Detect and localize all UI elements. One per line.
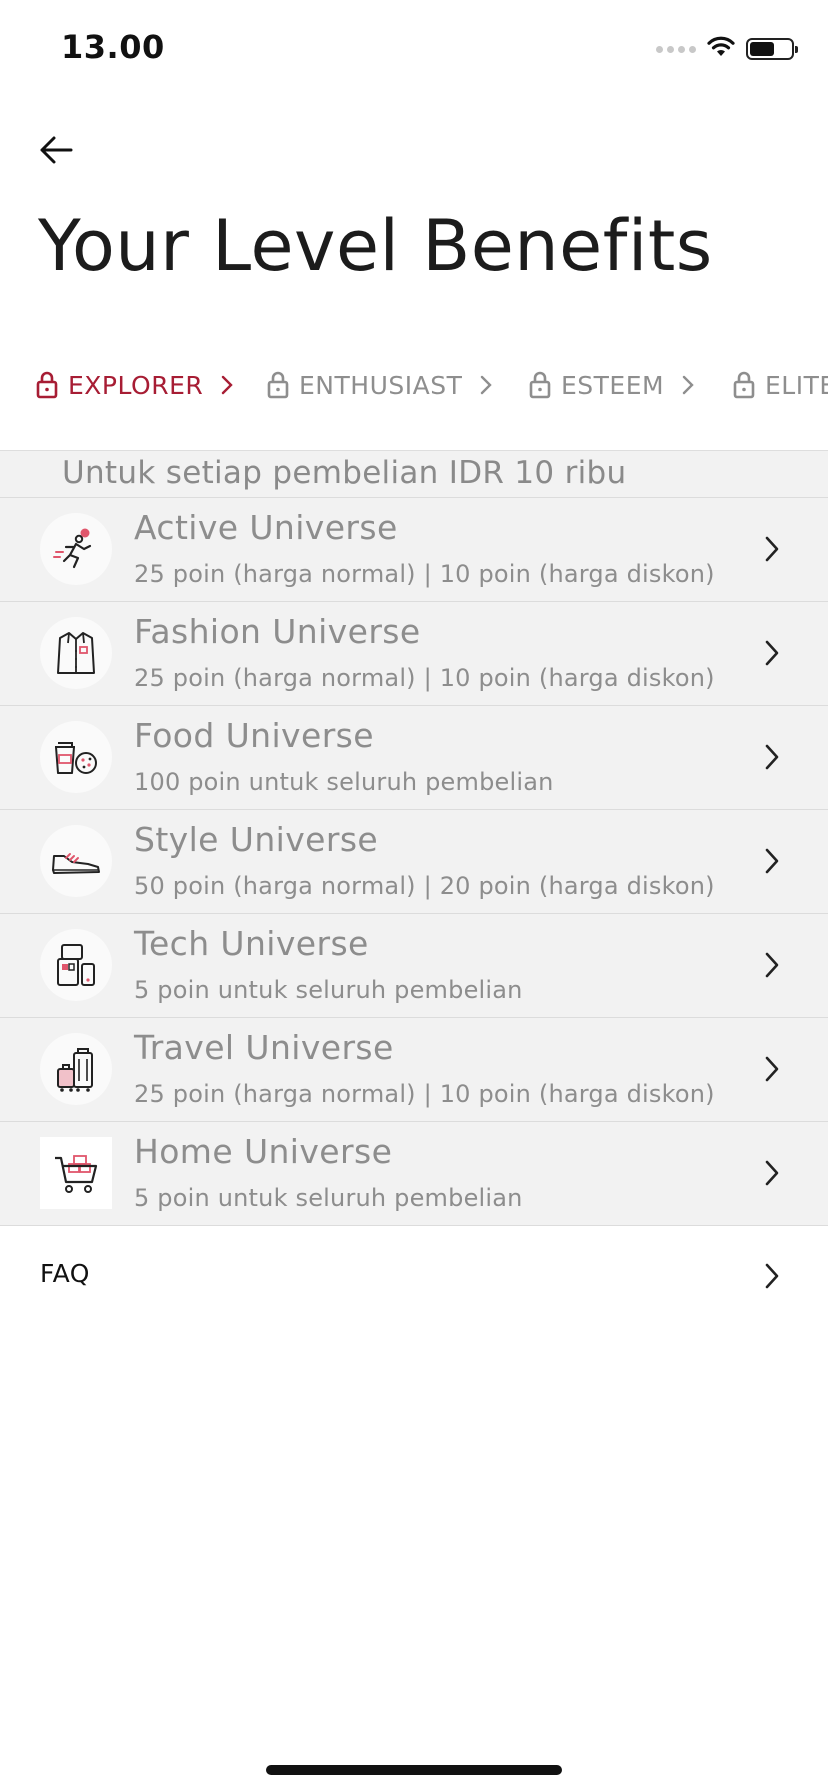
tier-tab-enthusiast[interactable]: ENTHUSIAST <box>267 360 493 410</box>
benefit-row-food-universe[interactable]: Food Universe 100 poin untuk seluruh pem… <box>0 706 828 810</box>
benefit-title: Travel Universe <box>134 1028 394 1067</box>
chevron-right-icon <box>764 1055 780 1087</box>
faq-label: FAQ <box>40 1259 90 1288</box>
benefit-list-header: Untuk setiap pembelian IDR 10 ribu <box>0 451 828 498</box>
benefit-title: Fashion Universe <box>134 612 421 651</box>
arrow-left-icon <box>40 136 73 164</box>
benefit-subtitle: 100 poin untuk seluruh pembelian <box>134 768 554 796</box>
benefit-subtitle: 25 poin (harga normal) | 10 poin (harga … <box>134 560 715 588</box>
sneaker-icon <box>40 825 112 897</box>
lock-icon <box>267 371 289 399</box>
chevron-right-icon <box>764 1262 780 1294</box>
tier-tab-label: EXPLORER <box>68 370 204 400</box>
chevron-right-icon <box>480 375 493 395</box>
benefit-subtitle: 50 poin (harga normal) | 20 poin (harga … <box>134 872 715 900</box>
benefit-subtitle: 25 poin (harga normal) | 10 poin (harga … <box>134 664 715 692</box>
benefit-title: Style Universe <box>134 820 379 859</box>
benefit-list: Untuk setiap pembelian IDR 10 ribu Activ… <box>0 450 828 1226</box>
benefit-title: Tech Universe <box>134 924 369 963</box>
tier-tab-explorer[interactable]: EXPLORER <box>36 360 233 410</box>
lock-icon <box>529 371 551 399</box>
luggage-icon <box>40 1033 112 1105</box>
benefit-title: Active Universe <box>134 508 398 547</box>
wifi-icon <box>706 36 736 62</box>
benefit-row-home-universe[interactable]: Home Universe 5 poin untuk seluruh pembe… <box>0 1122 828 1226</box>
level-benefits-screen: 13.00 Your Level Benefits EXPLORER ENTHU… <box>0 0 828 1792</box>
back-button[interactable] <box>34 128 78 172</box>
chevron-right-icon <box>764 951 780 983</box>
benefit-subtitle: 5 poin untuk seluruh pembelian <box>134 1184 523 1212</box>
chevron-right-icon <box>682 375 694 395</box>
tier-tabs: EXPLORER ENTHUSIAST ESTEEM ELITE <box>0 360 828 410</box>
benefit-row-style-universe[interactable]: Style Universe 50 poin (harga normal) | … <box>0 810 828 914</box>
benefit-title: Home Universe <box>134 1132 393 1171</box>
page-title: Your Level Benefits <box>38 205 713 287</box>
shirt-icon <box>40 617 112 689</box>
tier-tab-elite[interactable]: ELITE <box>733 360 828 410</box>
benefit-subtitle: 25 poin (harga normal) | 10 poin (harga … <box>134 1080 715 1108</box>
benefit-row-fashion-universe[interactable]: Fashion Universe 25 poin (harga normal) … <box>0 602 828 706</box>
benefit-subtitle: 5 poin untuk seluruh pembelian <box>134 976 523 1004</box>
chevron-right-icon <box>764 1159 780 1191</box>
signal-icon <box>656 45 696 53</box>
benefit-row-travel-universe[interactable]: Travel Universe 25 poin (harga normal) |… <box>0 1018 828 1122</box>
running-person-icon <box>40 513 112 585</box>
status-bar: 13.00 <box>0 0 828 100</box>
chevron-right-icon <box>764 743 780 775</box>
coffee-cookie-icon <box>40 721 112 793</box>
benefit-list-header-text: Untuk setiap pembelian IDR 10 ribu <box>62 455 627 491</box>
status-time: 13.00 <box>61 28 165 66</box>
home-indicator <box>266 1765 562 1775</box>
faq-row[interactable]: FAQ <box>0 1225 828 1325</box>
chevron-right-icon <box>764 535 780 567</box>
tier-tab-label: ENTHUSIAST <box>299 370 463 400</box>
benefit-row-tech-universe[interactable]: Tech Universe 5 poin untuk seluruh pembe… <box>0 914 828 1018</box>
tier-tab-esteem[interactable]: ESTEEM <box>529 360 694 410</box>
benefit-row-active-universe[interactable]: Active Universe 25 poin (harga normal) |… <box>0 498 828 602</box>
lock-icon <box>36 371 58 399</box>
lock-icon <box>733 371 755 399</box>
shopping-cart-icon <box>40 1137 112 1209</box>
chevron-right-icon <box>764 639 780 671</box>
devices-icon <box>40 929 112 1001</box>
chevron-right-icon <box>764 847 780 879</box>
status-icons <box>656 36 798 62</box>
tier-tab-label: ELITE <box>765 370 828 400</box>
battery-icon <box>746 38 798 60</box>
tier-tab-label: ESTEEM <box>561 370 665 400</box>
chevron-right-icon <box>221 375 233 395</box>
benefit-title: Food Universe <box>134 716 374 755</box>
